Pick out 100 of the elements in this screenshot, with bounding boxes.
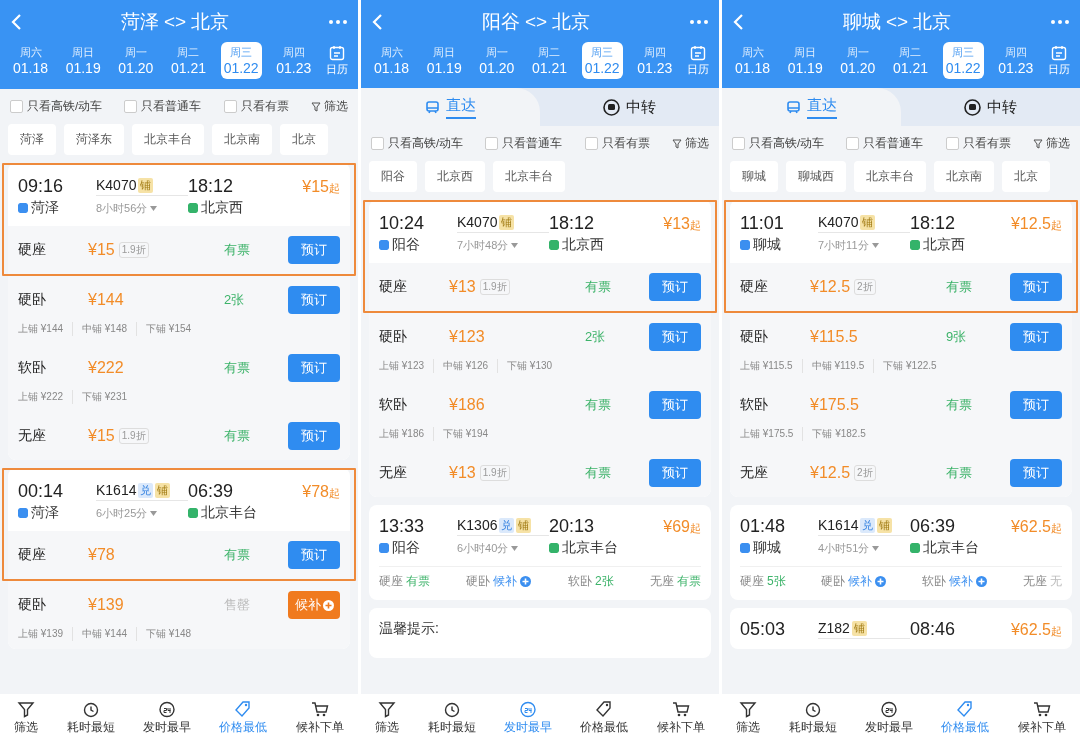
availability: 有票 bbox=[946, 464, 973, 482]
seat-class: 硬卧 bbox=[740, 328, 769, 346]
train-tag: 铺 bbox=[155, 482, 171, 498]
more-icon[interactable] bbox=[1050, 19, 1070, 25]
duration: 8小时56分 bbox=[96, 200, 148, 216]
train-card[interactable]: 01:48 K1614 兑 铺 06:39 ¥62.5起 聊城 4小时51分 北京丰台 硬座 5张 硬卧 候补 软卧 候补 无座 无 bbox=[730, 505, 1072, 600]
sort-tab[interactable]: 耗时最短 bbox=[66, 699, 115, 735]
sort-tab[interactable]: 候补下单 bbox=[656, 699, 705, 735]
berth-price: 上铺 ¥186 bbox=[379, 427, 426, 441]
berth-price: 下铺 ¥154 bbox=[136, 322, 201, 336]
more-icon[interactable] bbox=[689, 19, 709, 25]
route-title: 菏泽 <> 北京 bbox=[120, 10, 230, 34]
filter-checkbox[interactable]: 只看有票 bbox=[223, 99, 289, 114]
station-chip[interactable]: 北京西 bbox=[425, 161, 485, 192]
departure-time: 05:03 bbox=[740, 619, 787, 640]
mode-tab[interactable]: 中转 bbox=[540, 88, 719, 126]
seat-class: 软卧 bbox=[922, 573, 947, 590]
station-chip[interactable]: 北京南 bbox=[212, 124, 272, 155]
discount-tag: 2折 bbox=[854, 465, 876, 481]
seat-class: 硬卧 bbox=[466, 573, 491, 590]
filter-button[interactable]: 筛选 bbox=[672, 136, 709, 151]
filter-checkbox[interactable]: 只看普通车 bbox=[485, 136, 563, 151]
train-card[interactable]: 13:33 K1306 兑 铺 20:13 ¥69起 阳谷 6小时40分 北京丰台 硬座 有票 硬卧 候补 软卧 2张 无座 有票 bbox=[369, 505, 711, 600]
station-chip[interactable]: 菏泽东 bbox=[64, 124, 124, 155]
filter-checkbox[interactable]: 只看高铁/动车 bbox=[10, 99, 103, 114]
back-icon[interactable] bbox=[732, 13, 744, 31]
filter-checkbox[interactable]: 只看普通车 bbox=[846, 136, 924, 151]
station-chip[interactable]: 北京丰台 bbox=[132, 124, 204, 155]
station-icon bbox=[910, 543, 920, 553]
filter-button[interactable]: 筛选 bbox=[1033, 136, 1070, 151]
sort-tab[interactable]: 价格最低 bbox=[580, 699, 629, 735]
filter-checkbox[interactable]: 只看高铁/动车 bbox=[371, 136, 464, 151]
berth-price: 下铺 ¥231 bbox=[72, 390, 137, 404]
date-tab[interactable]: 周三 01.22 bbox=[581, 42, 623, 79]
seat-status: 候补 bbox=[949, 573, 974, 590]
calendar-icon[interactable] bbox=[328, 44, 345, 61]
seat-class: 无座 bbox=[1023, 573, 1047, 590]
date-tab[interactable]: 周三 01.22 bbox=[942, 42, 984, 79]
arrival-time: 18:12 bbox=[910, 213, 957, 234]
train-card[interactable]: 05:03 Z182 铺 08:46 ¥62.5起 bbox=[730, 608, 1072, 649]
station-chip[interactable]: 菏泽 bbox=[8, 124, 56, 155]
calendar-icon[interactable] bbox=[1050, 44, 1067, 61]
caret-icon[interactable] bbox=[511, 242, 519, 248]
station-chip[interactable]: 北京丰台 bbox=[854, 161, 926, 192]
station-chip[interactable]: 阳谷 bbox=[369, 161, 417, 192]
calendar-icon[interactable] bbox=[689, 44, 706, 61]
train-icon bbox=[786, 99, 801, 115]
station-chip[interactable]: 北京 bbox=[1002, 161, 1050, 192]
plus-icon[interactable] bbox=[976, 576, 988, 587]
train-icon bbox=[425, 99, 440, 115]
sort-tab[interactable]: 筛选 bbox=[375, 699, 400, 735]
seat-class: 硬座 bbox=[18, 241, 47, 259]
filter-button[interactable]: 筛选 bbox=[311, 99, 348, 114]
mode-tab[interactable]: 中转 bbox=[901, 88, 1080, 126]
caret-icon[interactable] bbox=[511, 545, 519, 551]
lowest-price: ¥62.5起 bbox=[1010, 620, 1062, 639]
station-chip[interactable]: 聊城 bbox=[730, 161, 778, 192]
back-icon[interactable] bbox=[10, 13, 22, 31]
station-icon bbox=[379, 240, 389, 250]
filter-icon bbox=[377, 699, 398, 719]
more-icon[interactable] bbox=[328, 19, 348, 25]
filter-checkbox[interactable]: 只看有票 bbox=[945, 136, 1011, 151]
sort-tab[interactable]: 候补下单 bbox=[1017, 699, 1066, 735]
route-title: 聊城 <> 北京 bbox=[842, 10, 952, 34]
plus-icon[interactable] bbox=[520, 576, 532, 587]
sort-tab[interactable]: 价格最低 bbox=[941, 699, 990, 735]
station-chip[interactable]: 北京 bbox=[280, 124, 328, 155]
sort-tab[interactable]: 筛选 bbox=[14, 699, 39, 735]
filter-checkbox[interactable]: 只看普通车 bbox=[124, 99, 202, 114]
station-chip[interactable]: 聊城西 bbox=[786, 161, 846, 192]
departure-station: 阳谷 bbox=[392, 236, 420, 254]
sort-tab[interactable]: 发时最早 bbox=[503, 699, 552, 735]
discount-tag: 1.9折 bbox=[118, 428, 149, 444]
seat-class: 无座 bbox=[740, 464, 769, 482]
transfer-icon bbox=[603, 98, 620, 116]
sort-tab[interactable]: 筛选 bbox=[736, 699, 761, 735]
sort-tab[interactable]: 价格最低 bbox=[219, 699, 268, 735]
departure-time: 13:33 bbox=[379, 516, 426, 537]
sort-tab[interactable]: 发时最早 bbox=[864, 699, 913, 735]
availability: 9张 bbox=[946, 328, 968, 346]
arrival-station: 北京丰台 bbox=[562, 539, 618, 557]
seat-price: ¥123 bbox=[449, 328, 485, 346]
availability: 有票 bbox=[585, 396, 612, 414]
caret-icon[interactable] bbox=[872, 545, 880, 551]
notice-title: 温馨提示: bbox=[379, 620, 439, 636]
plus-icon[interactable] bbox=[875, 576, 887, 587]
filter-checkbox[interactable]: 只看高铁/动车 bbox=[732, 136, 825, 151]
berth-price: 上铺 ¥144 bbox=[18, 322, 65, 336]
sort-tab[interactable]: 发时最早 bbox=[142, 699, 191, 735]
sort-tab[interactable]: 耗时最短 bbox=[427, 699, 476, 735]
caret-icon[interactable] bbox=[150, 205, 158, 211]
back-icon[interactable] bbox=[371, 13, 383, 31]
caret-icon[interactable] bbox=[150, 510, 158, 516]
sort-tab[interactable]: 候补下单 bbox=[295, 699, 344, 735]
station-chip[interactable]: 北京丰台 bbox=[493, 161, 565, 192]
sort-tab[interactable]: 耗时最短 bbox=[788, 699, 837, 735]
filter-checkbox[interactable]: 只看有票 bbox=[584, 136, 650, 151]
date-tab[interactable]: 周三 01.22 bbox=[220, 42, 262, 79]
caret-icon[interactable] bbox=[871, 242, 879, 248]
station-chip[interactable]: 北京南 bbox=[934, 161, 994, 192]
